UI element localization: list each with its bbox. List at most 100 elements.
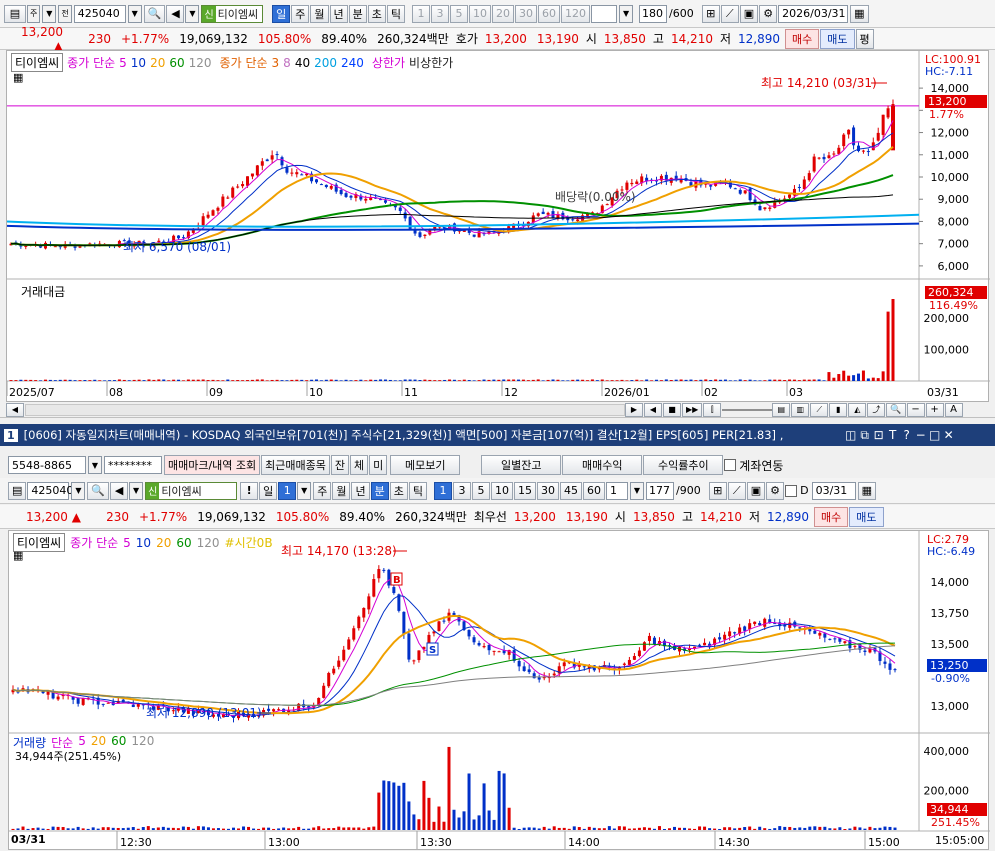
- speaker-icon[interactable]: ◀: [166, 4, 185, 23]
- stock-name-box[interactable]: 신 티이엠씨: [201, 4, 264, 23]
- search-icon[interactable]: 🔍: [87, 481, 110, 500]
- trend-tool-icon[interactable]: ⟋: [720, 4, 739, 23]
- period-day[interactable]: 일: [272, 4, 291, 23]
- memo-button[interactable]: 메모보기: [390, 455, 461, 475]
- trend-tool-icon[interactable]: ⟋: [727, 481, 746, 500]
- num2-3[interactable]: 3: [452, 481, 471, 500]
- eval-button[interactable]: 평: [855, 28, 874, 49]
- num2-60[interactable]: 60: [582, 481, 605, 500]
- mode-select[interactable]: 주: [27, 4, 41, 23]
- period-second[interactable]: 초: [367, 4, 386, 23]
- date-input[interactable]: 2026/03/31: [778, 4, 849, 23]
- daily-chart[interactable]: 14,000 12,000 11,000 10,000 9,000 8,000 7,000 6…: [7, 51, 990, 403]
- account-link-checkbox[interactable]: [724, 459, 737, 471]
- num-3[interactable]: 3: [431, 4, 450, 23]
- chevron-down-icon[interactable]: ▼: [129, 481, 144, 500]
- password-input[interactable]: ********: [104, 456, 162, 474]
- area-icon[interactable]: ◭: [848, 402, 867, 417]
- sell-button[interactable]: 매도: [820, 28, 855, 49]
- chevron-down-icon[interactable]: ▼: [629, 481, 644, 500]
- unfilled-button[interactable]: 미: [369, 455, 388, 475]
- chevron-down-icon[interactable]: ▼: [185, 4, 200, 23]
- plus-icon[interactable]: +: [925, 402, 944, 417]
- grid-icon-2[interactable]: ▦: [13, 549, 23, 562]
- text-icon[interactable]: T: [886, 428, 900, 442]
- recent-trades-button[interactable]: 최근매매종목: [261, 455, 330, 475]
- chevron-down-icon[interactable]: ▼: [619, 4, 634, 23]
- chevron-down-icon[interactable]: ▼: [88, 456, 102, 474]
- num-custom-input[interactable]: [591, 4, 618, 23]
- num-5[interactable]: 5: [450, 4, 469, 23]
- period-minute-2[interactable]: 분: [370, 481, 389, 500]
- bar-icon[interactable]: ▥: [791, 402, 810, 417]
- period-select-2[interactable]: 1: [278, 481, 297, 500]
- daily-balance-button[interactable]: 일별잔고: [481, 455, 562, 475]
- num2-45[interactable]: 45: [559, 481, 582, 500]
- screen-icon[interactable]: ▤: [8, 481, 27, 500]
- calendar-icon[interactable]: ▦: [857, 481, 876, 500]
- period-day-2[interactable]: 일: [259, 481, 278, 500]
- num-30[interactable]: 30: [515, 4, 538, 23]
- num2-custom[interactable]: 1: [605, 481, 628, 500]
- period-week-2[interactable]: 주: [313, 481, 332, 500]
- link-icon[interactable]: ⧉: [858, 428, 872, 443]
- period-year[interactable]: 년: [329, 4, 348, 23]
- calendar-icon[interactable]: ▦: [850, 4, 869, 23]
- chevron-down-icon[interactable]: ▼: [297, 481, 312, 500]
- pin-icon[interactable]: ⊡: [872, 428, 886, 442]
- num-60[interactable]: 60: [538, 4, 561, 23]
- gear-icon[interactable]: ⚙: [766, 481, 785, 500]
- period-tick[interactable]: 틱: [386, 4, 406, 23]
- magnify-icon[interactable]: 🔍: [886, 402, 906, 417]
- save-icon[interactable]: ▣: [746, 481, 766, 500]
- minimize-icon[interactable]: −: [914, 428, 928, 442]
- num2-10[interactable]: 10: [490, 481, 513, 500]
- stop-icon[interactable]: ■: [663, 402, 681, 417]
- period-month[interactable]: 월: [310, 4, 329, 23]
- chevron-down-icon[interactable]: ▼: [42, 4, 57, 23]
- trade-mark-button[interactable]: 매매마크/내역 조회: [164, 455, 261, 475]
- num-1[interactable]: 1: [412, 4, 431, 23]
- close-icon[interactable]: ✕: [942, 428, 956, 442]
- grid-tool-icon[interactable]: ⊞: [701, 4, 720, 23]
- prev-icon[interactable]: ◀: [644, 402, 662, 417]
- play-icon[interactable]: ▶: [625, 402, 643, 417]
- period-month-2[interactable]: 월: [332, 481, 351, 500]
- scrollbar-track[interactable]: [25, 403, 625, 416]
- count-input[interactable]: 180: [639, 4, 668, 23]
- alert-icon[interactable]: !: [240, 481, 259, 500]
- minute-chart[interactable]: 14,000 13,750 13,500 13,000 최고 14,170 (13:28…: [9, 531, 990, 851]
- count-input-2[interactable]: 177: [645, 481, 674, 500]
- slider-icon[interactable]: ⫿: [703, 402, 722, 417]
- filled-button[interactable]: 체: [350, 455, 369, 475]
- chevron-down-icon[interactable]: ▼: [71, 481, 86, 500]
- candle-icon[interactable]: ▮: [829, 402, 848, 417]
- balance-button[interactable]: 잔: [330, 455, 350, 475]
- period-second-2[interactable]: 초: [389, 481, 408, 500]
- line-icon[interactable]: ⟋: [810, 402, 829, 417]
- code-input-2[interactable]: 425040: [27, 481, 73, 500]
- mode-right-select[interactable]: 전: [58, 4, 72, 23]
- d-checkbox[interactable]: [785, 484, 798, 497]
- minus-icon[interactable]: −: [906, 402, 925, 417]
- sell-button-2[interactable]: 매도: [849, 506, 884, 527]
- period-minute[interactable]: 분: [348, 4, 367, 23]
- num2-15[interactable]: 15: [513, 481, 536, 500]
- num-20[interactable]: 20: [492, 4, 515, 23]
- num-120[interactable]: 120: [561, 4, 591, 23]
- num2-30[interactable]: 30: [536, 481, 559, 500]
- trend-icon[interactable]: ⤴: [867, 402, 886, 417]
- stock-name-box-2[interactable]: 신 티이엠씨: [145, 481, 238, 500]
- return-trend-button[interactable]: 수익률추이: [643, 455, 724, 475]
- help-icon[interactable]: ?: [900, 428, 914, 442]
- save-icon[interactable]: ▣: [739, 4, 759, 23]
- table-icon[interactable]: ▤: [772, 402, 791, 417]
- num2-5[interactable]: 5: [471, 481, 490, 500]
- num2-1[interactable]: 1: [433, 481, 452, 500]
- zoom-slider[interactable]: [722, 408, 773, 411]
- scroll-left-icon[interactable]: ◀: [6, 402, 24, 417]
- account-input[interactable]: 5548-8865: [8, 456, 86, 474]
- legend-stock[interactable]: 티이엠씨: [11, 53, 64, 72]
- fast-forward-icon[interactable]: ▶▶: [682, 402, 703, 417]
- chevron-down-icon[interactable]: ▼: [127, 4, 142, 23]
